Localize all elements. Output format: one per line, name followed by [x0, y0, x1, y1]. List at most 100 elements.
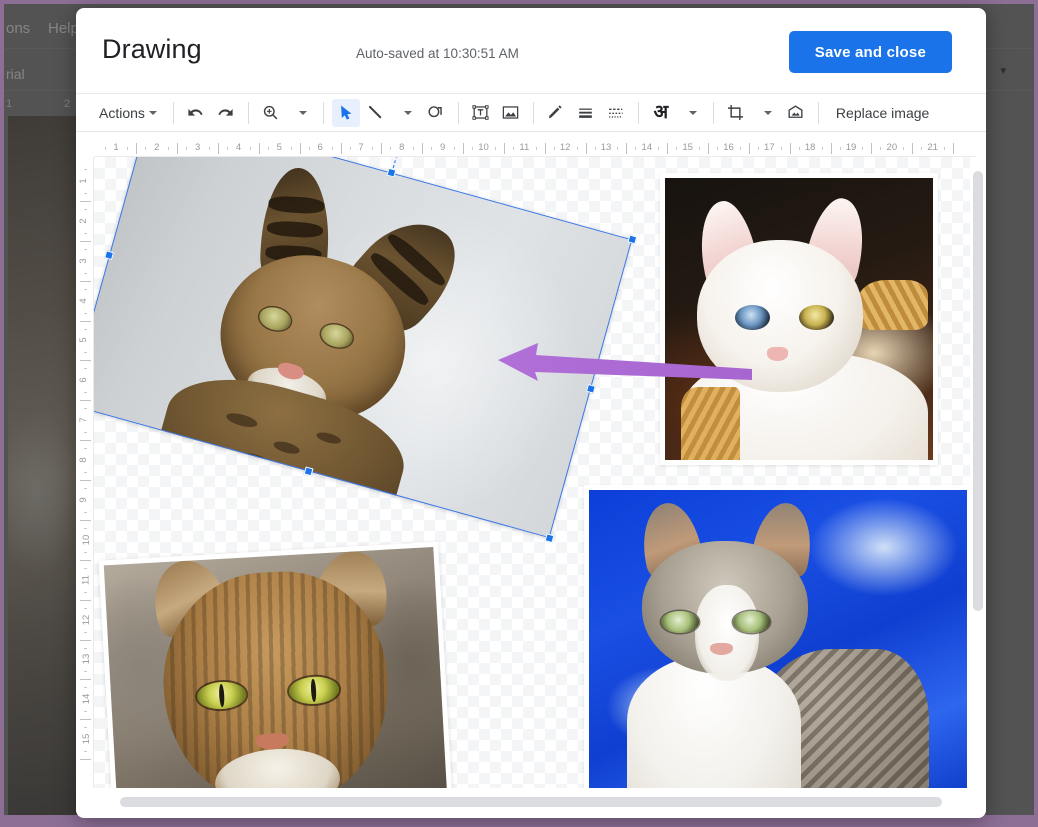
image-tool-button[interactable] — [497, 99, 525, 127]
word-art-tool-button[interactable]: अ — [647, 99, 675, 127]
ruler-h-minor-tick — [454, 147, 455, 150]
image-savannah-kitten-content — [94, 157, 632, 538]
ruler-h-label-19: 19 — [846, 142, 857, 153]
ruler-h-label-10: 10 — [478, 142, 489, 153]
ruler-v-minor-tick — [84, 313, 87, 314]
crop-tool-button[interactable] — [722, 99, 750, 127]
toolbar-divider — [533, 102, 534, 124]
ruler-v-label-8: 8 — [78, 457, 89, 462]
select-tool-button[interactable] — [332, 99, 360, 127]
ruler-v-label-1: 1 — [78, 178, 89, 183]
ruler-v-label-9: 9 — [78, 497, 89, 502]
undo-button[interactable] — [182, 99, 210, 127]
replace-image-button[interactable]: Replace image — [826, 105, 939, 121]
image-white-cat-content — [665, 178, 933, 460]
ruler-h-label-11: 11 — [519, 142, 529, 153]
ruler-v-major-tick — [80, 679, 91, 680]
horizontal-scrollbar-thumb[interactable] — [120, 797, 942, 807]
ruler-h-minor-tick — [921, 147, 922, 150]
ruler-v-minor-tick — [84, 512, 87, 513]
ruler-h-minor-tick — [862, 147, 863, 150]
image-white-cat[interactable] — [660, 173, 938, 465]
ruler-h-major-tick — [259, 143, 260, 154]
horizontal-scrollbar[interactable] — [94, 794, 972, 810]
vertical-scrollbar[interactable] — [970, 157, 986, 788]
ruler-v-major-tick — [80, 201, 91, 202]
ruler-h-minor-tick — [840, 147, 841, 150]
ruler-h-label-14: 14 — [642, 142, 653, 153]
image-brown-tabby-cat[interactable] — [99, 542, 454, 788]
ruler-v-minor-tick — [84, 632, 87, 633]
text-box-tool-button[interactable] — [467, 99, 495, 127]
chevron-down-icon — [404, 111, 412, 115]
line-tool-button[interactable] — [362, 99, 390, 127]
ruler-v-minor-tick — [84, 392, 87, 393]
ruler-v-minor-tick — [84, 592, 87, 593]
ruler-h-minor-tick — [822, 147, 823, 150]
line-dash-tool-button[interactable] — [602, 99, 630, 127]
ruler-v-minor-tick — [84, 552, 87, 553]
ruler-h-minor-tick — [758, 147, 759, 150]
ruler-v-minor-tick — [84, 408, 87, 409]
dialog-header: Drawing Auto-saved at 10:30:51 AM Save a… — [76, 8, 986, 94]
toolbar-divider — [713, 102, 714, 124]
toolbar-divider — [173, 102, 174, 124]
ruler-h-major-tick — [341, 143, 342, 154]
ruler-h-minor-tick — [536, 147, 537, 150]
ruler-h-minor-tick — [227, 147, 228, 150]
zoom-dropdown[interactable] — [287, 99, 315, 127]
actions-menu-button[interactable]: Actions — [91, 99, 165, 127]
ruler-v-minor-tick — [84, 329, 87, 330]
ruler-v-label-7: 7 — [78, 418, 89, 423]
line-color-tool-button[interactable] — [542, 99, 570, 127]
ruler-v-major-tick — [80, 560, 91, 561]
line-tool-dropdown[interactable] — [392, 99, 420, 127]
vertical-scrollbar-thumb[interactable] — [973, 171, 983, 611]
rotate-handle[interactable] — [391, 157, 403, 160]
horizontal-ruler: 123456789101112131415161718192021 — [94, 141, 976, 157]
ruler-v-label-3: 3 — [78, 258, 89, 263]
ruler-v-major-tick — [80, 480, 91, 481]
ruler-h-minor-tick — [332, 147, 333, 150]
image-savannah-kitten[interactable] — [94, 157, 632, 538]
image-blue-background-cat[interactable] — [584, 485, 972, 788]
ruler-h-label-18: 18 — [805, 142, 816, 153]
ruler-h-minor-tick — [390, 147, 391, 150]
ruler-h-minor-tick — [595, 147, 596, 150]
ruler-v-label-2: 2 — [78, 218, 89, 223]
screen: ons Help rial 1 2 ✎ ▾ Drawing Auto-saved… — [0, 0, 1038, 827]
shape-tool-button[interactable] — [422, 99, 450, 127]
resize-handle-bottom-right[interactable] — [545, 533, 555, 543]
ruler-h-label-12: 12 — [560, 142, 571, 153]
ruler-h-minor-tick — [350, 147, 351, 150]
ruler-v-minor-tick — [84, 727, 87, 728]
mask-image-tool-button[interactable] — [782, 99, 810, 127]
drawing-canvas[interactable] — [94, 157, 976, 788]
ruler-v-minor-tick — [84, 352, 87, 353]
ruler-h-major-tick — [871, 143, 872, 154]
ruler-h-major-tick — [749, 143, 750, 154]
crop-tool-dropdown[interactable] — [752, 99, 780, 127]
word-art-dropdown[interactable] — [677, 99, 705, 127]
resize-handle-middle-right[interactable] — [586, 384, 596, 394]
blue-cat-face-blaze — [695, 585, 759, 680]
resize-handle-top-right[interactable] — [627, 235, 637, 245]
ruler-h-minor-tick — [635, 147, 636, 150]
ruler-h-minor-tick — [554, 147, 555, 150]
ruler-v-label-6: 6 — [78, 378, 89, 383]
ruler-h-label-13: 13 — [601, 142, 612, 153]
ruler-h-label-2: 2 — [154, 142, 159, 153]
ruler-h-minor-tick — [291, 147, 292, 150]
toolbar-divider — [818, 102, 819, 124]
ruler-h-minor-tick — [577, 147, 578, 150]
line-weight-tool-button[interactable] — [572, 99, 600, 127]
chevron-down-icon — [764, 111, 772, 115]
save-and-close-button[interactable]: Save and close — [789, 31, 952, 73]
resize-handle-bottom-center[interactable] — [304, 466, 314, 476]
ruler-h-minor-tick — [309, 147, 310, 150]
ruler-v-label-4: 4 — [78, 298, 89, 303]
ruler-h-minor-tick — [372, 147, 373, 150]
redo-button[interactable] — [212, 99, 240, 127]
ruler-h-major-tick — [790, 143, 791, 154]
zoom-button[interactable] — [257, 99, 285, 127]
